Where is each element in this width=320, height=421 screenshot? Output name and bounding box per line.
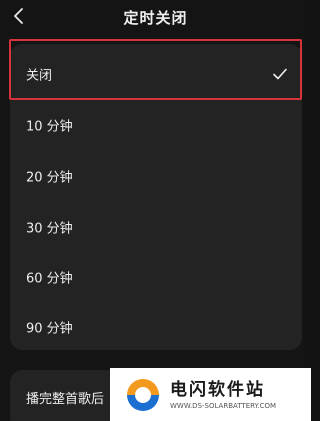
watermark: 电闪软件站 WWW.DS-SOLARBATTERY.COM (110, 368, 311, 421)
header: 定时关闭 (0, 0, 311, 34)
option-30-min[interactable]: 30 分钟 (10, 204, 302, 250)
option-label: 关闭 (26, 68, 53, 84)
option-20-min[interactable]: 20 分钟 (10, 153, 302, 199)
timer-options-card: 关闭 10 分钟 20 分钟 30 分钟 60 分钟 90 分钟 (10, 44, 302, 350)
option-label: 90 分钟 (26, 321, 73, 337)
option-60-min[interactable]: 60 分钟 (10, 254, 302, 300)
timer-close-screen: 定时关闭 关闭 10 分钟 20 分钟 30 分钟 60 分钟 90 分钟 播完… (0, 0, 311, 421)
option-off[interactable]: 关闭 (10, 51, 302, 97)
watermark-title: 电闪软件站 (170, 380, 265, 400)
option-label: 30 分钟 (26, 221, 73, 237)
finish-song-label: 播完整首歌后 (26, 392, 105, 407)
option-label: 60 分钟 (26, 271, 73, 287)
watermark-logo-icon (127, 379, 159, 411)
checkmark-icon (273, 68, 287, 80)
option-label: 20 分钟 (26, 170, 73, 186)
option-label: 10 分钟 (26, 119, 73, 135)
watermark-url: WWW.DS-SOLARBATTERY.COM (170, 402, 277, 410)
option-90-min[interactable]: 90 分钟 (10, 304, 302, 350)
option-10-min[interactable]: 10 分钟 (10, 102, 302, 148)
page-title: 定时关闭 (123, 9, 188, 27)
